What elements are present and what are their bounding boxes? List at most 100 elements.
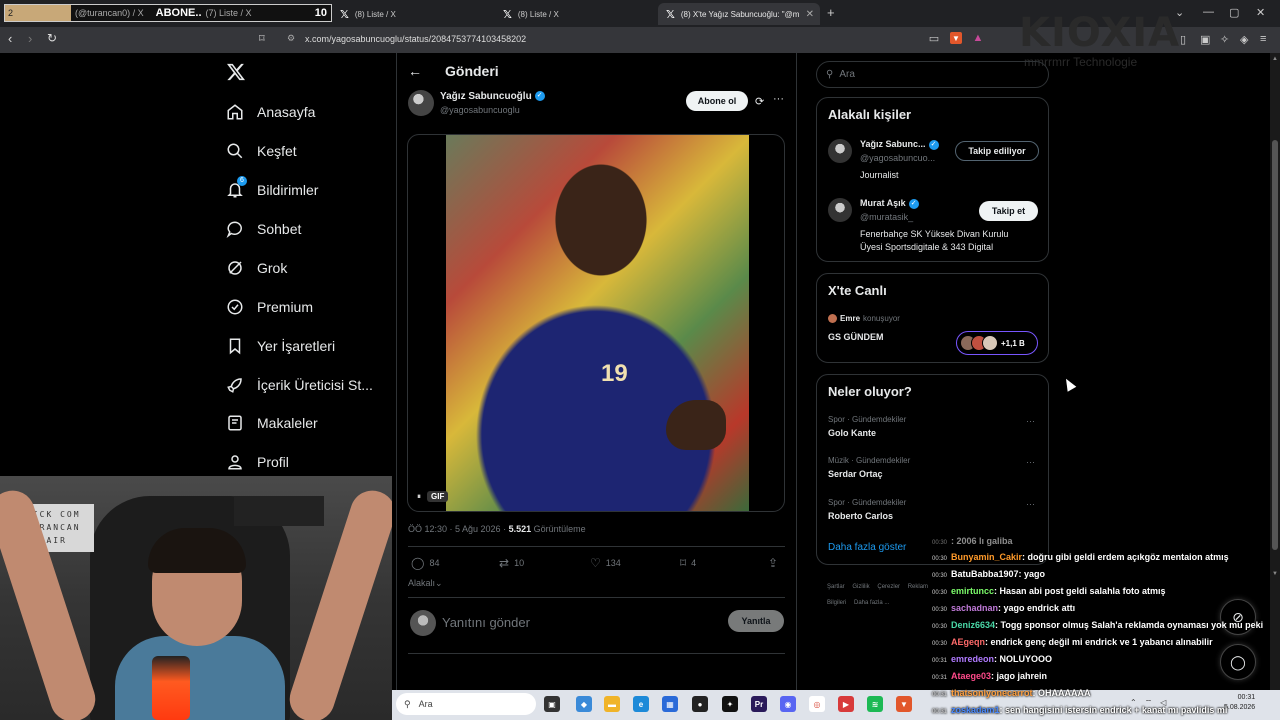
article-icon (226, 414, 244, 432)
browser-tab-3[interactable]: 𝕏 (8) X'te Yağız Sabuncuoğlu: "@m ✕ (658, 3, 820, 25)
obs-icon[interactable]: ● (692, 696, 708, 712)
taskbar-clock[interactable]: 00:31 5.08.2026 (1224, 693, 1255, 713)
post-timestamp[interactable]: ÖÖ 12:30 · 5 Ağu 2026 · (408, 524, 506, 534)
menu-icon[interactable]: ≡ (1260, 33, 1266, 45)
trend-name[interactable]: Roberto Carlos (828, 511, 893, 521)
wallet-icon[interactable]: ▣ (1200, 33, 1210, 46)
nav-home[interactable]: Anasayfa (226, 100, 315, 124)
scrollbar-thumb[interactable] (1272, 140, 1278, 550)
nav-explore[interactable]: Keşfet (226, 139, 297, 163)
follow-button[interactable]: Takip et (979, 201, 1038, 221)
discord-icon[interactable]: ◉ (780, 696, 796, 712)
bookmark-action[interactable]: ⌑ 4 (680, 556, 696, 570)
subscribe-button[interactable]: Abone ol (686, 91, 748, 111)
image-hand (666, 400, 726, 450)
trend-more-icon[interactable]: ··· (1026, 457, 1035, 467)
nav-premium[interactable]: Premium (226, 295, 313, 319)
pause-icon[interactable]: ⏸ (417, 492, 421, 502)
file-explorer-icon[interactable]: ▬ (604, 696, 620, 712)
share-action[interactable]: ⇪ (768, 556, 778, 570)
footer-link[interactable]: Gizlilik (852, 584, 869, 590)
leo-icon[interactable]: ✧ (1220, 33, 1229, 46)
minimize-icon[interactable]: — (1203, 6, 1214, 18)
live-space-title[interactable]: GS GÜNDEM (828, 332, 884, 342)
person-avatar[interactable] (828, 139, 852, 163)
trend-name[interactable]: Golo Kante (828, 428, 876, 438)
live-listeners-badge[interactable]: +1,1 B (956, 331, 1038, 355)
person-name[interactable]: Yağız Sabunc... ✓ (860, 139, 939, 150)
store-icon[interactable]: ▦ (662, 696, 678, 712)
nav-profile[interactable]: Profil (226, 450, 289, 474)
nav-bookmarks[interactable]: Yer İşaretleri (226, 334, 335, 358)
rewards-icon[interactable]: ▲ (972, 32, 984, 44)
premiere-icon[interactable]: Pr (751, 696, 767, 712)
overlay-abone-label: ABONE.. (155, 7, 202, 19)
footer-link[interactable]: Daha fazla ... (854, 600, 889, 606)
brave-shields-icon[interactable]: ▼ (950, 32, 962, 44)
task-view-icon[interactable]: ▣ (544, 696, 560, 712)
more-options-icon[interactable]: ··· (773, 93, 784, 105)
reply-button[interactable]: Yanıtla (728, 610, 784, 632)
nav-chat[interactable]: Sohbet (226, 217, 301, 241)
search-input[interactable]: ⚲ Ara (816, 61, 1049, 88)
following-button[interactable]: Takip ediliyor (955, 141, 1039, 161)
taskbar-search[interactable]: ⚲ Ara (396, 693, 536, 715)
site-info-icon[interactable]: ⚙ (287, 33, 295, 44)
reload-icon[interactable]: ↻ (47, 31, 57, 45)
footer-link[interactable]: Şartlar (827, 584, 845, 590)
repost-action[interactable]: ⇄ 10 (499, 556, 524, 570)
spotify-icon[interactable]: ≋ (867, 696, 883, 712)
chat-time: 00:30 (932, 641, 948, 647)
trend-more-icon[interactable]: ··· (1026, 499, 1035, 509)
show-more-link[interactable]: Daha fazla göster (828, 542, 906, 553)
browser-tab-2[interactable]: 𝕏 (8) Liste / X (495, 3, 655, 25)
messages-float-button[interactable]: ◯ (1220, 644, 1256, 680)
app-icon[interactable]: ✦ (722, 696, 738, 712)
reply-sort-dropdown[interactable]: Alakalı⌄ (408, 578, 443, 589)
author-avatar[interactable] (408, 90, 434, 116)
nav-creator-studio[interactable]: İçerik Üreticisi St... (226, 373, 373, 397)
scroll-down-icon[interactable]: ▼ (1272, 571, 1278, 577)
chat-time: 00:30 (932, 573, 948, 579)
maximize-icon[interactable]: ▢ (1229, 6, 1239, 19)
person-handle[interactable]: @yagosabuncuo... (860, 153, 935, 163)
close-window-icon[interactable]: ✕ (1256, 6, 1265, 19)
nav-grok[interactable]: Grok (226, 256, 287, 280)
chat-message: : OHAAAAAA (1032, 688, 1091, 698)
person-name[interactable]: Murat Aşık ✓ (860, 198, 919, 209)
footer-link[interactable]: Çerezler (877, 584, 900, 590)
app-red-icon[interactable]: ▶ (838, 696, 854, 712)
nav-articles[interactable]: Makaleler (226, 411, 318, 435)
reply-action[interactable]: ◯ 84 (411, 556, 439, 570)
scroll-up-icon[interactable]: ▲ (1272, 56, 1278, 62)
url-field[interactable]: x.com/yagosabuncuoglu/status/20847537741… (305, 34, 526, 44)
chrome-icon[interactable]: ◎ (809, 696, 825, 712)
person-avatar[interactable] (828, 198, 852, 222)
browser-tab-1[interactable]: 𝕏 (8) Liste / X (332, 3, 492, 25)
grok-explain-icon[interactable]: ⟳ (755, 95, 764, 108)
new-tab-button[interactable]: + (827, 5, 835, 20)
chat-user: thatsonlyonecarrot (951, 688, 1033, 698)
reply-input[interactable]: Yanıtını gönder (442, 615, 530, 630)
post-media[interactable]: 19 (407, 134, 785, 512)
notification-badge: 6 (237, 176, 247, 186)
author-name[interactable]: Yağız Sabuncuoğlu ✓ (440, 91, 545, 102)
vpn-icon[interactable]: ◈ (1240, 33, 1248, 46)
back-icon[interactable]: ‹ (8, 31, 12, 46)
edge-icon[interactable]: e (633, 696, 649, 712)
like-action[interactable]: ♡ 134 (590, 556, 621, 570)
bookmark-page-icon[interactable]: ⌑ (259, 32, 265, 45)
x-logo-icon[interactable] (226, 62, 246, 82)
person-handle[interactable]: @muratasik_ (860, 212, 913, 222)
sidebar-toggle-icon[interactable]: ▯ (1180, 33, 1186, 46)
cast-icon[interactable]: ▭ (928, 32, 940, 45)
close-tab-icon[interactable]: ✕ (806, 9, 814, 20)
forward-icon[interactable]: › (28, 31, 32, 46)
back-arrow-icon[interactable]: ← (408, 63, 422, 79)
nav-notifications[interactable]: 6 Bildirimler (226, 176, 318, 202)
author-handle[interactable]: @yagosabuncuoglu (440, 105, 520, 115)
trend-name[interactable]: Serdar Ortaç (828, 469, 883, 479)
trend-more-icon[interactable]: ··· (1026, 416, 1035, 426)
widgets-icon[interactable]: ◆ (576, 696, 592, 712)
brave-icon[interactable]: ▼ (896, 696, 912, 712)
